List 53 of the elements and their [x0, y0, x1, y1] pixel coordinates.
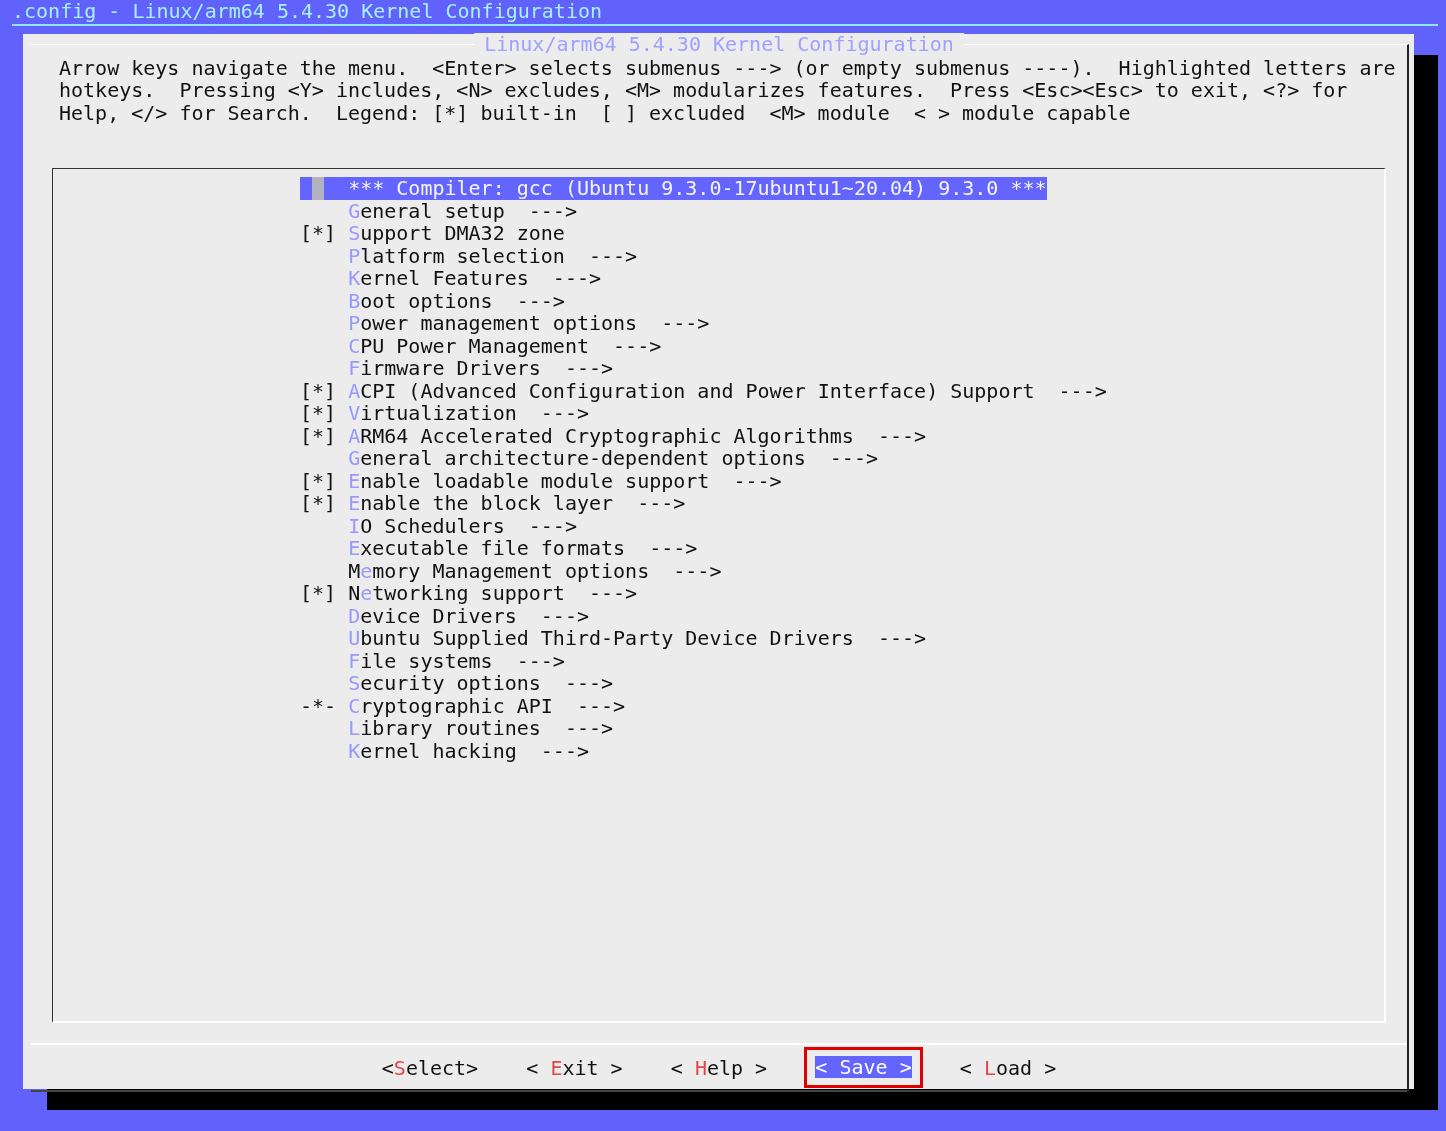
item-marker: [*] [300, 492, 337, 515]
dialog-title: Linux/arm64 5.4.30 Kernel Configuration [474, 32, 964, 55]
menu-item[interactable]: [*] ARM64 Accelerated Cryptographic Algorithms ---> [300, 424, 927, 447]
item-marker: -*- [300, 694, 337, 717]
dialog-button[interactable]: < Save > [815, 1056, 912, 1079]
item-label: ACPI (Advanced Configuration and Power Interface) Support ---> [348, 379, 1107, 402]
item-label: Networking support ---> [348, 582, 638, 605]
item-label: Kernel Features ---> [348, 267, 602, 290]
item-label: Virtualization ---> [348, 402, 589, 425]
item-marker: [*] [300, 379, 337, 402]
menu-item[interactable]: [*] Support DMA32 zone [300, 222, 565, 245]
terminal-title: .config - Linux/arm64 5.4.30 Kernel Configuration [11, 0, 603, 23]
menu-item[interactable]: -*- Cryptographic API ---> [300, 694, 626, 717]
item-marker: [*] [300, 222, 337, 245]
menu-item[interactable]: [*] Virtualization ---> [300, 402, 589, 425]
item-label: Firmware Drivers ---> [348, 357, 614, 380]
item-marker: [*] [300, 582, 337, 605]
item-marker: [*] [300, 424, 337, 447]
item-label: Cryptographic API ---> [348, 694, 626, 717]
item-label: General setup ---> [348, 199, 577, 222]
cursor-block [312, 177, 325, 200]
item-label: Enable the block layer ---> [348, 492, 686, 515]
dialog-button[interactable]: <Select> [381, 1056, 479, 1079]
item-label: Support DMA32 zone [348, 222, 565, 245]
dialog-button[interactable]: < Help > [670, 1056, 768, 1079]
item-label: File systems ---> [348, 649, 565, 672]
menu-item[interactable]: Kernel hacking ---> [300, 739, 589, 762]
dialog-button[interactable]: < Exit > [526, 1056, 623, 1079]
menu-item[interactable]: Firmware Drivers ---> [300, 357, 614, 380]
menu-item[interactable]: [*] Networking support ---> [300, 582, 638, 605]
menu-item[interactable]: File systems ---> [300, 649, 565, 672]
item-label: IO Schedulers ---> [348, 514, 577, 537]
menu-item[interactable]: IO Schedulers ---> [300, 514, 577, 537]
item-label: ARM64 Accelerated Cryptographic Algorithms ---> [348, 424, 927, 447]
item-label: Boot options ---> [348, 289, 565, 312]
menu-item[interactable]: Library routines ---> [300, 717, 614, 740]
item-label: Enable loadable module support ---> [348, 469, 782, 492]
help-text: Arrow keys navigate the menu. <Enter> selects submenus ---> (or empty submenus ----). Highlighted letters are hotkeys. Pressing <Y> includes, <N> excludes, <M> modularizes features. Press <Esc><Esc> to exit, <?> for Help, </> for Search. Legend: [*] built-in [ ] excluded <M> module < > module capable [59, 56, 1397, 124]
item-label: Library routines ---> [348, 717, 614, 740]
menu-item[interactable]: General setup ---> [300, 199, 577, 222]
item-label: Kernel hacking ---> [348, 739, 589, 762]
menu-item[interactable]: [*] Enable the block layer ---> [300, 492, 686, 515]
menu-item[interactable]: Kernel Features ---> [300, 267, 602, 290]
menu-item[interactable]: [*] Enable loadable module support ---> [300, 469, 782, 492]
menu-item[interactable]: [*] ACPI (Advanced Configuration and Power Interface) Support ---> [300, 379, 1107, 402]
item-marker: [*] [300, 469, 337, 492]
menu-item[interactable]: Device Drivers ---> [300, 604, 589, 627]
menu-item[interactable]: Security options ---> [300, 672, 614, 695]
menu-item[interactable]: Boot options ---> [300, 289, 565, 312]
item-marker: [*] [300, 402, 337, 425]
dialog-button[interactable]: < Load > [959, 1056, 1057, 1079]
item-label: Security options ---> [348, 672, 614, 695]
item-label: Device Drivers ---> [348, 604, 589, 627]
